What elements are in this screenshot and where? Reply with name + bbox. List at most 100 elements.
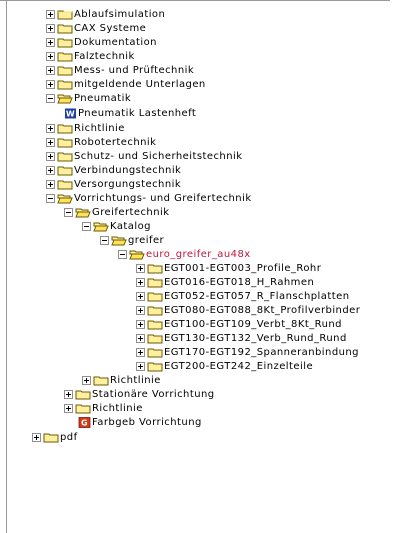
tree-node-label: euro_greifer_au48x	[146, 249, 251, 260]
tree-node[interactable]: EGT200-EGT242_Einzelteile	[136, 360, 313, 373]
expand-icon[interactable]	[136, 362, 145, 371]
tree-node-selected[interactable]: euro_greifer_au48x	[118, 248, 251, 261]
tree-node[interactable]: Richtlinie	[82, 374, 161, 387]
expand-icon[interactable]	[136, 348, 145, 357]
collapse-icon[interactable]	[46, 194, 55, 203]
folder-icon	[57, 180, 73, 190]
tree-node[interactable]: Katalog	[82, 220, 151, 233]
expand-icon[interactable]	[46, 38, 55, 47]
folder-icon	[57, 52, 73, 62]
tree-node[interactable]: greifer	[100, 234, 164, 247]
expand-icon[interactable]	[136, 292, 145, 301]
expand-icon[interactable]	[136, 334, 145, 343]
expand-icon[interactable]	[46, 66, 55, 75]
collapse-icon[interactable]	[46, 94, 55, 103]
folder-open-icon	[57, 194, 73, 204]
tree-node-label: Katalog	[110, 221, 151, 232]
folder-icon	[93, 376, 109, 386]
tree-node-label: Schutz- und Sicherheitstechnik	[74, 151, 243, 162]
expand-icon[interactable]	[136, 278, 145, 287]
expand-icon[interactable]	[46, 124, 55, 133]
tree-node[interactable]: EGT100-EGT109_Verbt_8Kt_Rund	[136, 318, 342, 331]
expand-icon[interactable]	[64, 404, 73, 413]
folder-icon	[57, 138, 73, 148]
expand-icon[interactable]	[136, 320, 145, 329]
tree-node[interactable]: EGT001-EGT003_Profile_Rohr	[136, 262, 321, 275]
tree-node[interactable]: Schutz- und Sicherheitstechnik	[46, 150, 242, 163]
tree-node[interactable]: Greifertechnik	[64, 206, 169, 219]
folder-open-icon	[111, 236, 127, 246]
tree-node[interactable]: EGT130-EGT132_Verb_Rund_Rund	[136, 332, 347, 345]
tree-node[interactable]: mitgeldende Unterlagen	[46, 78, 206, 91]
tree-node[interactable]: pdf	[32, 431, 78, 444]
tree-node-label: Pneumatik Lastenheft	[78, 108, 197, 119]
tree-node-label: Ablaufsimulation	[74, 9, 166, 20]
tree-node-label: Richtlinie	[92, 403, 143, 414]
tree-node-label: Greifertechnik	[92, 207, 170, 218]
expand-icon[interactable]	[136, 306, 145, 315]
tree-node[interactable]: Verbindungstechnik	[46, 164, 181, 177]
tree-node[interactable]: Richtlinie	[46, 122, 125, 135]
word-document-icon: W	[65, 108, 76, 119]
folder-icon	[147, 320, 163, 330]
tree-node[interactable]: Pneumatik	[46, 92, 131, 105]
tree-node-label: Mess- und Prüftechnik	[74, 65, 195, 76]
tree-node[interactable]: EGT170-EGT192_Spanneranbindung	[136, 346, 359, 359]
expand-icon[interactable]	[46, 52, 55, 61]
collapse-icon[interactable]	[118, 250, 127, 259]
folder-tree: Ablaufsimulation CAX Systeme Dokumentati…	[0, 0, 394, 533]
tree-node[interactable]: EGT080-EGT088_8Kt_Profilverbinder	[136, 304, 360, 317]
tree-node[interactable]: Mess- und Prüftechnik	[46, 64, 194, 77]
folder-icon	[147, 292, 163, 302]
tree-node[interactable]: Robotertechnik	[46, 136, 156, 149]
expand-icon[interactable]	[46, 80, 55, 89]
expand-icon[interactable]	[46, 10, 55, 19]
expand-icon[interactable]	[46, 138, 55, 147]
expand-icon[interactable]	[46, 152, 55, 161]
tree-node-label: Falztechnik	[74, 51, 135, 62]
folder-icon	[147, 348, 163, 358]
expand-icon[interactable]	[136, 264, 145, 273]
tree-node[interactable]: Stationäre Vorrichtung	[64, 388, 215, 401]
folder-icon	[57, 152, 73, 162]
tree-node-label: pdf	[60, 432, 78, 443]
expand-icon[interactable]	[64, 390, 73, 399]
tree-node-label: EGT080-EGT088_8Kt_Profilverbinder	[164, 305, 361, 316]
tree-node[interactable]: Richtlinie	[64, 402, 143, 415]
folder-icon	[57, 124, 73, 134]
tree-node[interactable]: Versorgungstechnik	[46, 178, 181, 191]
folder-open-icon	[93, 222, 109, 232]
folder-icon	[57, 66, 73, 76]
tree-node-label: CAX Systeme	[74, 23, 147, 34]
folder-icon	[75, 404, 91, 414]
word-document-icon-letter: W	[66, 110, 75, 119]
folder-open-icon	[129, 250, 145, 260]
collapse-icon[interactable]	[82, 222, 91, 231]
tree-node[interactable]: EGT052-EGT057_R_Flanschplatten	[136, 290, 350, 303]
folder-icon	[57, 24, 73, 34]
expand-icon[interactable]	[46, 166, 55, 175]
tree-node[interactable]: G Farbgeb Vorrichtung	[78, 416, 202, 429]
tree-node-label: EGT052-EGT057_R_Flanschplatten	[164, 291, 350, 302]
tree-node-label: Vorrichtungs- und Greifertechnik	[74, 193, 252, 204]
expand-icon[interactable]	[32, 433, 41, 442]
tree-node[interactable]: EGT016-EGT018_H_Rahmen	[136, 276, 314, 289]
tree-node-label: EGT100-EGT109_Verbt_8Kt_Rund	[164, 319, 342, 330]
folder-open-icon	[75, 208, 91, 218]
expand-icon[interactable]	[46, 180, 55, 189]
folder-icon	[147, 278, 163, 288]
tree-node-label: Robotertechnik	[74, 137, 157, 148]
tree-node[interactable]: CAX Systeme	[46, 22, 146, 35]
collapse-icon[interactable]	[64, 208, 73, 217]
tree-node[interactable]: Ablaufsimulation	[46, 8, 165, 21]
tree-node-label: Richtlinie	[74, 123, 125, 134]
folder-icon	[147, 306, 163, 316]
tree-node[interactable]: Dokumentation	[46, 36, 157, 49]
tree-node[interactable]: Vorrichtungs- und Greifertechnik	[46, 192, 252, 205]
tree-node[interactable]: Falztechnik	[46, 50, 135, 63]
collapse-icon[interactable]	[100, 236, 109, 245]
expand-icon[interactable]	[82, 376, 91, 385]
expand-icon[interactable]	[46, 24, 55, 33]
pdf-document-icon-letter: G	[81, 419, 88, 428]
tree-node[interactable]: W Pneumatik Lastenheft	[64, 107, 196, 120]
